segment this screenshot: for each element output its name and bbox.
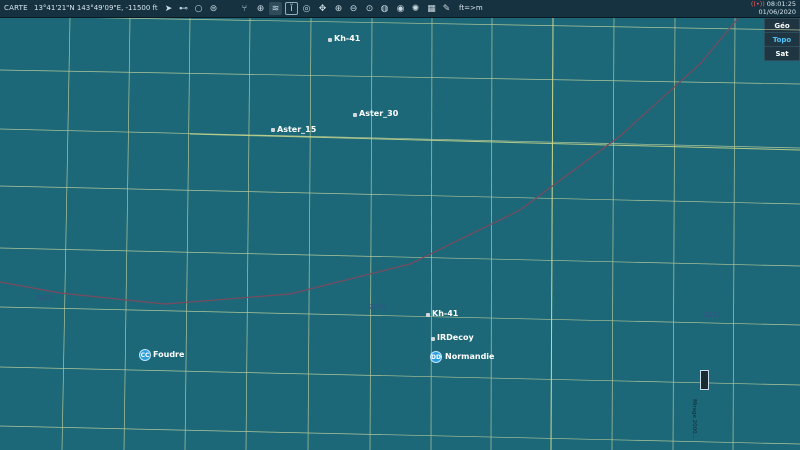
zone-label-za01: ZA01 <box>369 303 388 311</box>
map-marker[interactable] <box>328 38 332 42</box>
cursor-coordinates: 13°41'21"N 143°49'09"E, -11500 ft <box>34 4 158 12</box>
zone-label-ya91: YA91 <box>36 294 54 302</box>
zoom-in-icon[interactable]: ⊕ <box>332 2 345 15</box>
globe-icon[interactable]: ◍ <box>378 2 391 15</box>
map-marker[interactable] <box>353 113 357 117</box>
target-icon[interactable]: ⊕ <box>254 2 267 15</box>
navigate-icon[interactable]: ➤ <box>162 2 175 15</box>
aircraft-marker[interactable] <box>700 370 709 390</box>
map-title: CARTE <box>4 4 28 12</box>
route-icon[interactable]: ⊜ <box>207 2 220 15</box>
zoom-out-icon[interactable]: ⊖ <box>347 2 360 15</box>
unit-badge-foudre[interactable]: CC <box>139 349 151 361</box>
map-marker[interactable] <box>431 337 435 341</box>
map-marker[interactable] <box>271 128 275 132</box>
map-label-irdecoy[interactable]: IRDecoy <box>437 333 474 342</box>
radar-icon[interactable]: ◉ <box>394 2 407 15</box>
tactical-map[interactable]: Kh-41 Aster_30 Aster_15 Kh-41 IRDecoy YA… <box>0 18 800 450</box>
waypoint-icon[interactable]: ⑂ <box>238 2 251 15</box>
view-icon[interactable]: ◎ <box>300 2 313 15</box>
pen-icon[interactable]: ✎ <box>440 2 453 15</box>
unit-label-foudre[interactable]: Foudre <box>153 350 184 359</box>
unit-label-normandie[interactable]: Normandie <box>445 352 494 361</box>
map-label-kh41-north[interactable]: Kh-41 <box>334 34 360 43</box>
circle-icon[interactable]: ○ <box>192 2 205 15</box>
settings-icon[interactable]: ✺ <box>409 2 422 15</box>
flight-route <box>0 18 740 305</box>
clock-date: 01/06/2020 <box>758 7 796 16</box>
aircraft-track-text: Mirage 2000... <box>690 399 697 439</box>
move-icon[interactable]: ✥ <box>316 2 329 15</box>
top-toolbar: CARTE 13°41'21"N 143°49'09"E, -11500 ft … <box>0 0 800 18</box>
map-label-aster30[interactable]: Aster_30 <box>359 109 398 118</box>
map-grid <box>0 18 800 450</box>
aircraft-track-label[interactable]: Mirage 2000... <box>691 370 709 444</box>
zone-label-za11: ZA11 <box>703 311 722 319</box>
map-label-aster15[interactable]: Aster_15 <box>277 125 316 134</box>
link-icon[interactable]: ⊷ <box>177 2 190 15</box>
map-label-kh41-south[interactable]: Kh-41 <box>432 309 458 318</box>
zoom-reset-icon[interactable]: ⊙ <box>363 2 376 15</box>
marker-icon[interactable]: ǐ <box>285 2 298 15</box>
map-marker[interactable] <box>426 313 430 317</box>
wifi-icon[interactable]: ≋ <box>269 2 282 15</box>
clock: ((•)) 08:01:25 01/06/2020 <box>751 0 796 16</box>
unit-badge-normandie[interactable]: DD <box>430 351 442 363</box>
unit-toggle-button[interactable]: ft=>m <box>459 4 483 12</box>
grid-icon[interactable]: ▦ <box>425 2 438 15</box>
